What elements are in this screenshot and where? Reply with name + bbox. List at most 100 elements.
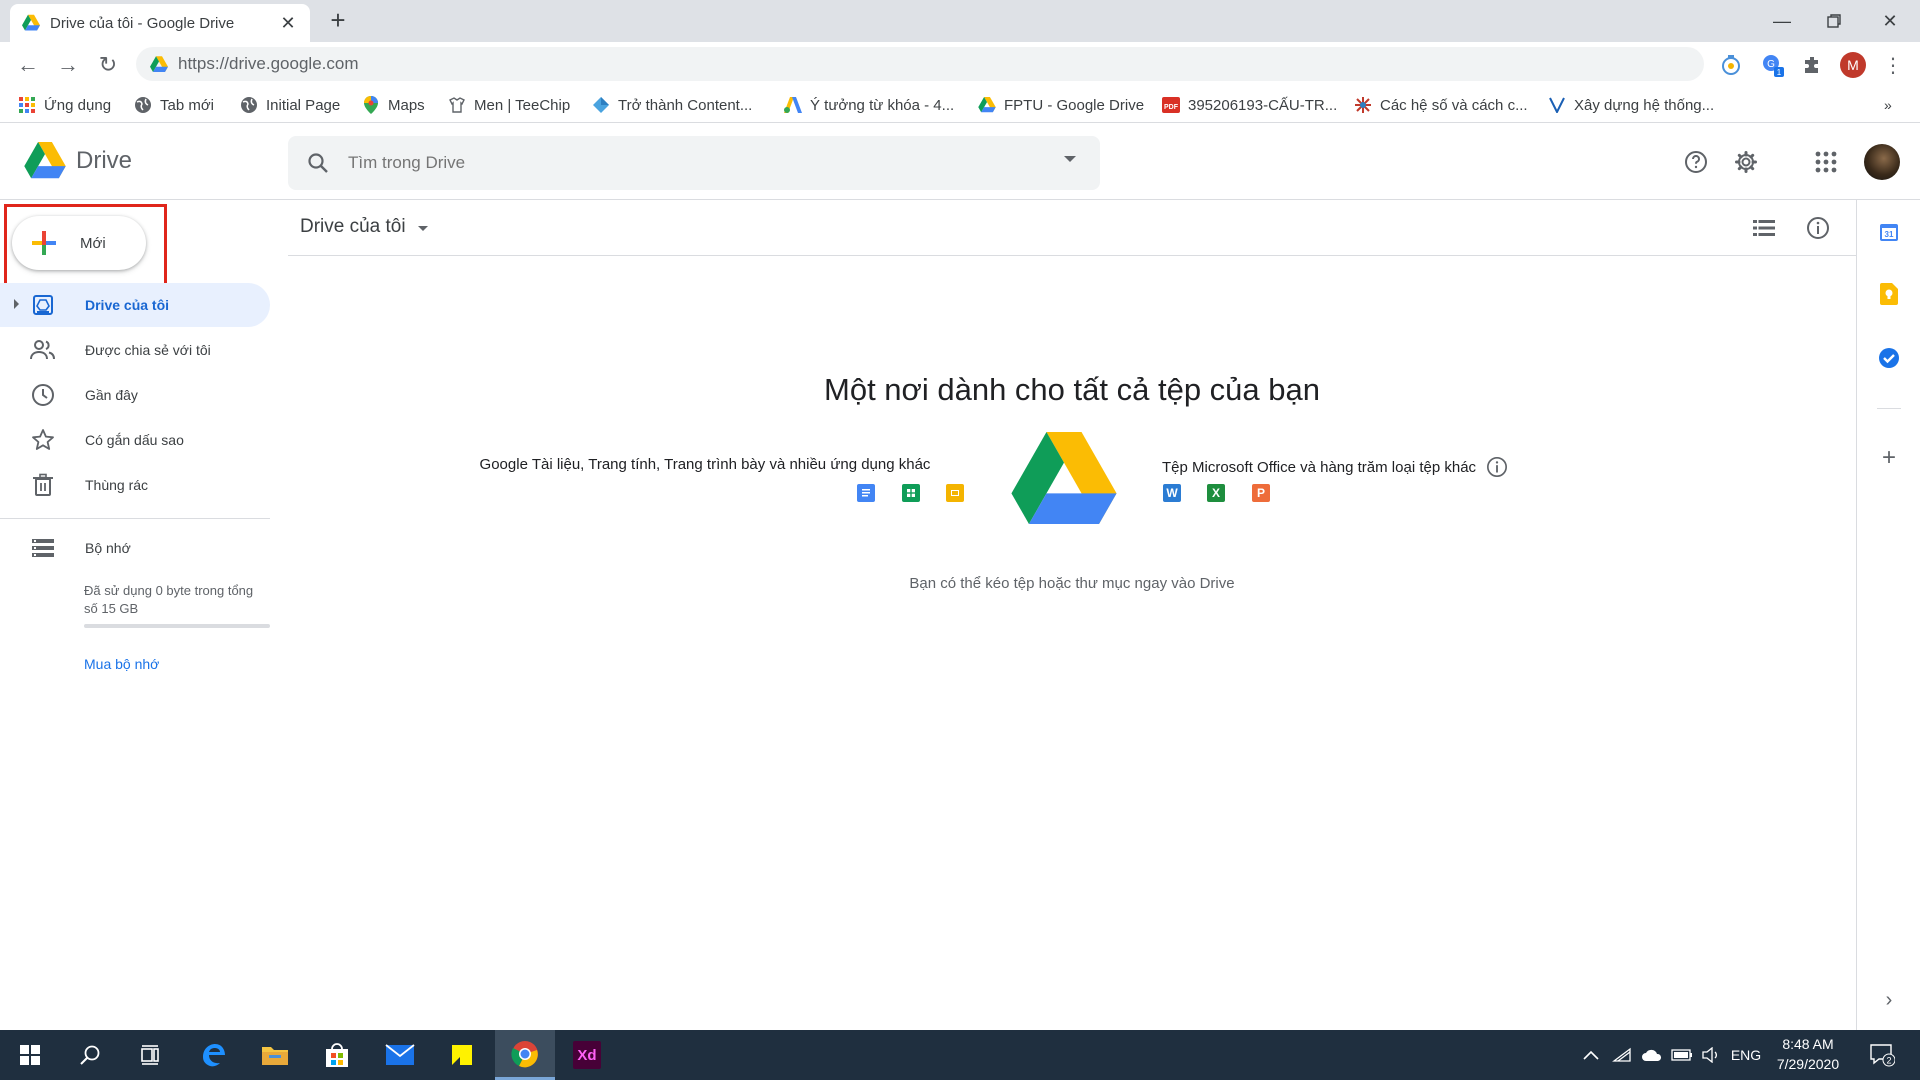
- buy-storage-link[interactable]: Mua bộ nhớ: [84, 656, 159, 672]
- apps-grid-icon: [18, 96, 36, 114]
- google-apps-icon[interactable]: [1812, 148, 1840, 176]
- sticky-notes-icon[interactable]: [432, 1030, 492, 1080]
- onedrive-cloud-icon[interactable]: [1638, 1030, 1666, 1080]
- bookmark-fptu-drive[interactable]: FPTU - Google Drive: [978, 93, 1144, 117]
- bookmark-label: 395206193-CẤU-TR...: [1188, 96, 1338, 114]
- breadcrumb-dropdown-icon: [417, 226, 428, 231]
- input-language[interactable]: ENG: [1728, 1030, 1764, 1080]
- tab-title: Drive của tôi - Google Drive: [50, 14, 235, 32]
- info-icon[interactable]: [1804, 214, 1832, 242]
- show-hidden-icons-chevron-icon[interactable]: [1578, 1030, 1604, 1080]
- taskbar-search-icon[interactable]: [60, 1030, 120, 1080]
- bookmark-label: Ý tưởng từ khóa - 4...: [810, 96, 955, 114]
- bookmark-label: Men | TeeChip: [474, 96, 571, 114]
- search-bar[interactable]: [288, 136, 1100, 190]
- battery-icon[interactable]: [1668, 1030, 1696, 1080]
- side-panel: 31 + ›: [1856, 200, 1920, 1030]
- expand-caret-icon[interactable]: [14, 299, 19, 309]
- sidebar-item-shared-with-me[interactable]: Được chia sẻ với tôi: [0, 328, 270, 372]
- taskbar-clock[interactable]: 8:48 AM 7/29/2020: [1762, 1034, 1854, 1074]
- adobe-xd-icon[interactable]: Xd: [557, 1030, 617, 1080]
- extension-timer-icon[interactable]: [1718, 52, 1744, 78]
- bookmark-label: Các hệ số và cách c...: [1380, 96, 1528, 114]
- expand-panel-chevron-icon[interactable]: ›: [1877, 988, 1901, 1012]
- sidebar-item-my-drive[interactable]: Drive của tôi: [0, 283, 270, 327]
- storage-label: Bộ nhớ: [85, 540, 131, 556]
- reload-icon[interactable]: ↻: [92, 49, 124, 81]
- sidebar: Mới Drive của tôi Được chia sẻ với tôi G…: [0, 200, 280, 1030]
- docs-icon: [857, 484, 875, 502]
- bookmarks-overflow-icon[interactable]: »: [1884, 93, 1892, 117]
- windows-start-icon[interactable]: [0, 1030, 60, 1080]
- info-icon[interactable]: [1486, 456, 1508, 478]
- extension-translate-icon[interactable]: G1: [1760, 52, 1786, 78]
- empty-state-title: Một nơi dành cho tất cả tệp của bạn: [824, 372, 1320, 407]
- drive-logo-icon: [24, 142, 66, 179]
- file-explorer-icon[interactable]: [245, 1030, 305, 1080]
- sidebar-item-starred[interactable]: Có gắn dấu sao: [0, 418, 270, 462]
- new-tab-button[interactable]: +: [324, 6, 352, 34]
- tab-close-icon[interactable]: ✕: [278, 13, 298, 34]
- bookmark-apps[interactable]: Ứng dụng: [18, 93, 111, 117]
- volume-icon[interactable]: [1698, 1030, 1726, 1080]
- new-button[interactable]: Mới: [12, 216, 146, 270]
- breadcrumb[interactable]: Drive của tôi: [300, 216, 428, 238]
- browser-tab-active[interactable]: Drive của tôi - Google Drive ✕: [10, 4, 310, 42]
- back-arrow-icon[interactable]: ←: [12, 49, 44, 81]
- calendar-icon[interactable]: 31: [1877, 220, 1901, 244]
- clock-time: 8:48 AM: [1782, 1036, 1834, 1052]
- sidebar-item-recent[interactable]: Gần đây: [0, 373, 270, 417]
- bookmark-content[interactable]: Trở thành Content...: [592, 93, 752, 117]
- settings-gear-icon[interactable]: [1732, 148, 1760, 176]
- chrome-profile-avatar[interactable]: M: [1840, 52, 1866, 78]
- bookmark-pdf[interactable]: PDF 395206193-CẤU-TR...: [1162, 93, 1337, 117]
- add-addon-plus-icon[interactable]: +: [1877, 444, 1901, 471]
- storage-progress-bar: [84, 624, 270, 628]
- chrome-menu-icon[interactable]: ⋮: [1880, 52, 1906, 78]
- forward-arrow-icon[interactable]: →: [52, 49, 84, 81]
- bookmark-teechip[interactable]: Men | TeeChip: [448, 93, 570, 117]
- search-icon[interactable]: [306, 151, 330, 175]
- drive-logo[interactable]: Drive: [24, 142, 132, 180]
- tasks-icon[interactable]: [1877, 346, 1901, 370]
- list-view-icon[interactable]: [1750, 214, 1778, 242]
- globe-icon: [240, 96, 258, 114]
- task-view-icon[interactable]: [120, 1030, 180, 1080]
- bookmark-maps[interactable]: Maps: [362, 93, 425, 117]
- keep-icon[interactable]: [1877, 282, 1901, 306]
- drive-favicon-icon: [22, 14, 40, 31]
- minimize-window-icon[interactable]: —: [1752, 0, 1812, 42]
- sidebar-item-trash[interactable]: Thùng rác: [0, 463, 270, 507]
- browser-toolbar: ← → ↻ https://drive.google.com G1 ⋮: [0, 42, 1920, 87]
- sidebar-item-storage[interactable]: Bộ nhớ: [0, 526, 270, 570]
- powerpoint-icon: P: [1252, 484, 1270, 502]
- bookmarks-bar: Ứng dụng Tab mới Initial Page Maps Men |…: [0, 87, 1920, 123]
- bookmark-initial-page[interactable]: Initial Page: [240, 93, 340, 117]
- search-options-chevron-icon[interactable]: [1064, 156, 1076, 162]
- chrome-taskbar-icon[interactable]: [495, 1030, 555, 1080]
- wifi-icon[interactable]: [1608, 1030, 1636, 1080]
- mail-icon[interactable]: [370, 1030, 430, 1080]
- bookmark-build-system[interactable]: Xây dựng hệ thống...: [1548, 93, 1714, 117]
- plus-multicolor-icon: [32, 231, 56, 255]
- account-avatar[interactable]: [1864, 144, 1900, 180]
- search-input[interactable]: [348, 153, 1028, 173]
- bookmark-label: FPTU - Google Drive: [1004, 96, 1145, 114]
- main-toolbar: Drive của tôi: [288, 200, 1856, 256]
- close-window-icon[interactable]: ✕: [1860, 0, 1920, 42]
- bookmark-keyword-ideas[interactable]: Ý tưởng từ khóa - 4...: [784, 93, 954, 117]
- restore-window-icon[interactable]: [1804, 0, 1864, 42]
- svg-text:2: 2: [1886, 1056, 1891, 1066]
- edge-browser-icon[interactable]: [183, 1030, 243, 1080]
- bookmark-new-tab[interactable]: Tab mới: [134, 93, 214, 117]
- microsoft-store-icon[interactable]: [307, 1030, 367, 1080]
- bookmark-coefficients[interactable]: Các hệ số và cách c...: [1354, 93, 1528, 117]
- google-ads-icon: [784, 96, 802, 114]
- help-icon[interactable]: [1682, 148, 1710, 176]
- teechip-icon: [448, 96, 466, 114]
- notification-center-icon[interactable]: 2: [1862, 1030, 1902, 1080]
- sidebar-divider: [0, 518, 270, 519]
- extensions-puzzle-icon[interactable]: [1800, 52, 1826, 78]
- address-bar[interactable]: https://drive.google.com: [136, 47, 1704, 81]
- adobe-xd-label: Xd: [573, 1041, 601, 1069]
